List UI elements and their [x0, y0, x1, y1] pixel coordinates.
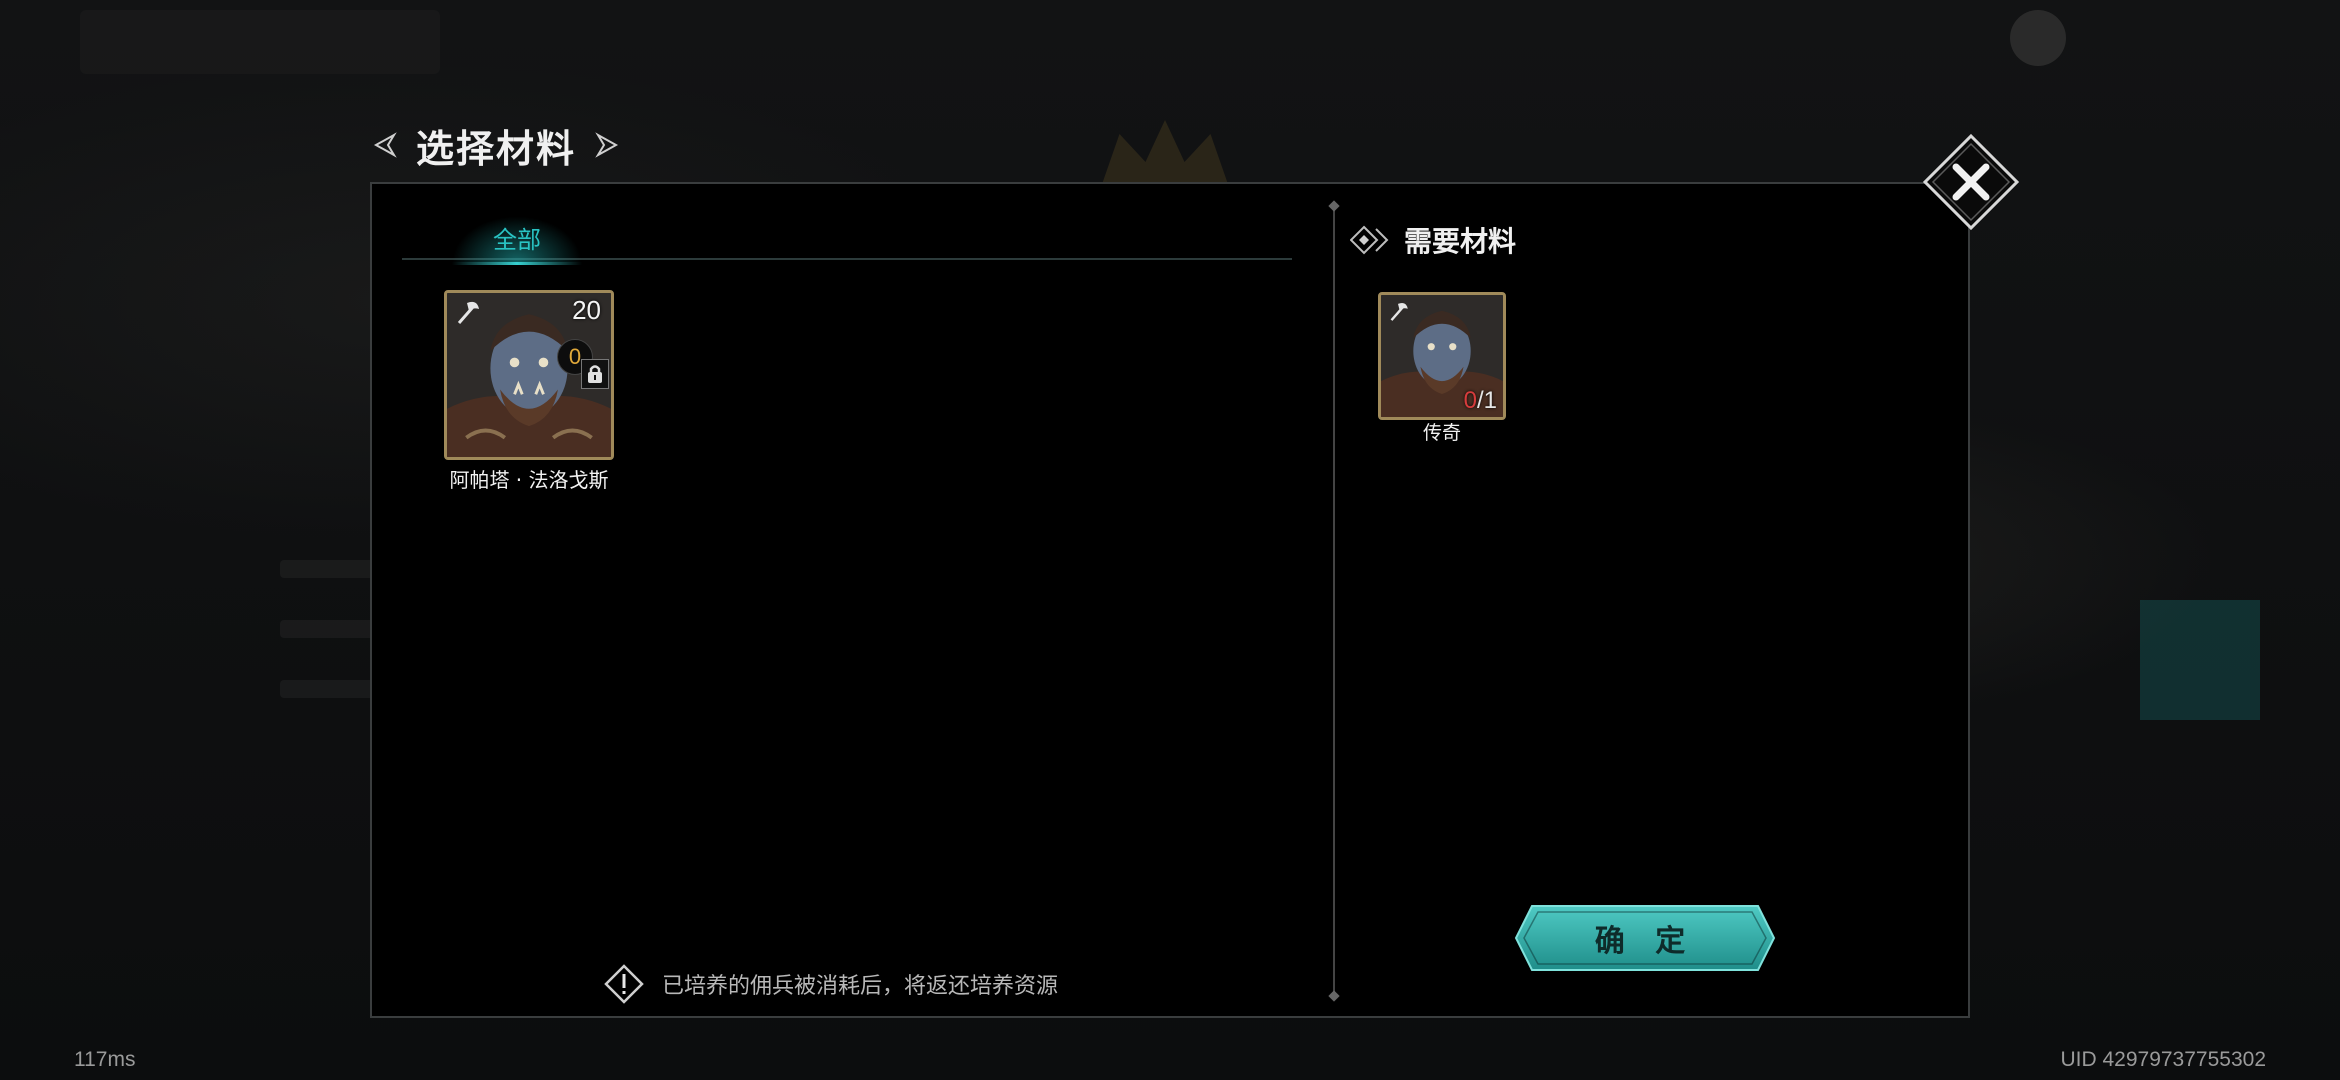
panel-divider — [1333, 206, 1335, 996]
tab-bar: 全部 — [402, 216, 1292, 265]
rarity-label: 传奇 — [1422, 422, 1461, 444]
dialog-title: 选择材料 — [416, 125, 577, 171]
required-material-area: 需要材料 0/1 传奇 确 定 — [1336, 184, 1970, 1016]
hero-card[interactable]: 20 0 — [444, 290, 614, 460]
close-button[interactable] — [1922, 133, 2020, 231]
background-crest — [1100, 120, 1230, 190]
tab-all[interactable]: 全部 — [452, 216, 582, 265]
uid-readout: UID 42979737755302 — [2060, 1048, 2266, 1071]
required-material-slot[interactable]: 0/1 — [1378, 292, 1506, 420]
close-icon — [1922, 133, 2020, 231]
material-required-count: 1 — [1483, 387, 1497, 414]
select-material-panel: 全部 20 0 阿帕塔 · 法洛戈斯 已培养的佣兵被消耗后，将返还培养资源 需要… — [370, 182, 1970, 1018]
title-ornament-left-icon — [373, 132, 397, 158]
notice-text: 已培养的佣兵被消耗后，将返还培养资源 — [662, 974, 1059, 999]
material-list-area: 全部 20 0 阿帕塔 · 法洛戈斯 已培养的佣兵被消耗后，将返还培养资源 — [372, 184, 1332, 1016]
confirm-button-label: 确 定 — [1594, 924, 1696, 959]
hero-level: 20 — [572, 295, 601, 325]
background-teal-panel — [2140, 600, 2260, 720]
dialog-title-bar: 选择材料 — [370, 115, 622, 175]
axe-icon — [1390, 302, 1408, 321]
material-count: 0/1 — [1464, 387, 1497, 415]
background-avatar — [2010, 10, 2066, 66]
required-header: 需要材料 — [1350, 220, 1516, 260]
warning-icon — [604, 964, 644, 1004]
latency-readout: 117ms — [74, 1048, 136, 1071]
diamond-ornament-icon — [1350, 225, 1389, 255]
background-top-bar — [80, 10, 440, 74]
title-ornament-right-icon — [595, 132, 619, 158]
material-owned-count: 0 — [1463, 387, 1477, 414]
material-count-separator: / — [1476, 387, 1484, 414]
axe-icon — [457, 301, 479, 324]
confirm-button[interactable]: 确 定 — [1514, 904, 1776, 972]
required-header-title: 需要材料 — [1404, 225, 1517, 258]
tab-active-indicator — [452, 262, 582, 265]
hero-name: 阿帕塔 · 法洛戈斯 — [449, 468, 609, 492]
notice: 已培养的佣兵被消耗后，将返还培养资源 — [604, 964, 1058, 1004]
tab-all-label: 全部 — [493, 226, 541, 254]
game-screen: 选择材料 全部 20 0 阿帕塔 · 法洛戈斯 已培养的佣兵被消耗后，将返还培养… — [0, 0, 2340, 1080]
lock-icon[interactable] — [581, 359, 609, 389]
